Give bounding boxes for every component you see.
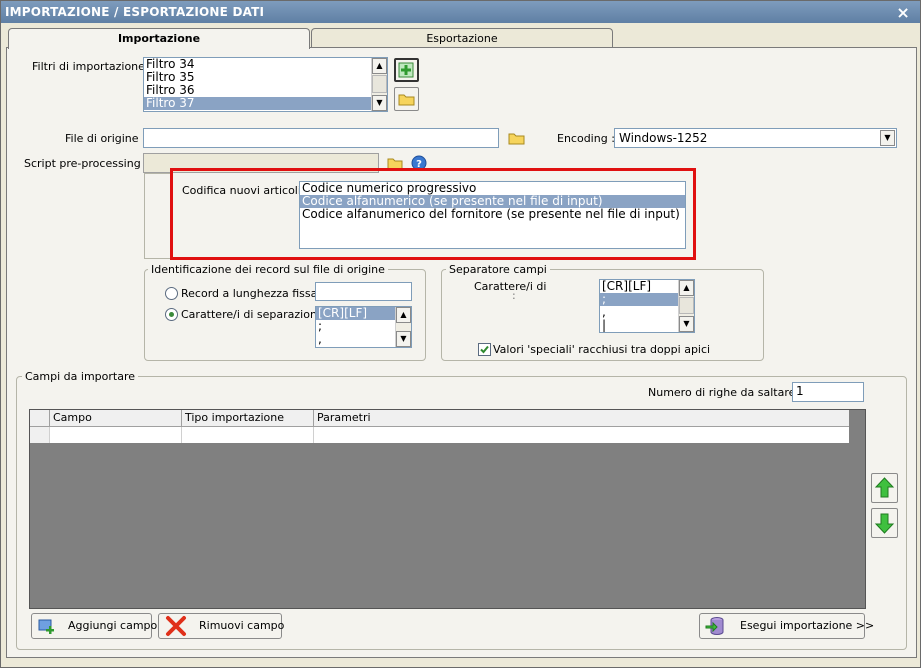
record-separator-scrollbar[interactable]: ▲ ▼	[395, 307, 411, 347]
add-field-label: Aggiungi campo	[68, 619, 158, 632]
radio-fixed-length[interactable]	[165, 287, 178, 300]
highlight-box	[170, 168, 696, 260]
add-field-icon	[38, 619, 54, 634]
import-export-window: IMPORTAZIONE / ESPORTAZIONE DATI × Impor…	[0, 0, 921, 668]
scroll-thumb[interactable]	[372, 75, 387, 93]
script-label: Script pre-processing :	[24, 157, 148, 170]
column-header-tipo[interactable]: Tipo importazione	[182, 410, 314, 426]
field-separator-char-label: Carattere/i di	[474, 280, 547, 293]
scroll-thumb[interactable]	[679, 297, 694, 314]
fields-grid[interactable]: Campo Tipo importazione Parametri	[29, 409, 866, 609]
title-bar: IMPORTAZIONE / ESPORTAZIONE DATI ×	[1, 1, 920, 23]
open-filter-button[interactable]	[394, 87, 419, 111]
scroll-down-icon[interactable]: ▼	[372, 95, 387, 111]
origin-file-input[interactable]	[143, 128, 499, 148]
check-icon	[480, 345, 489, 354]
table-cell[interactable]	[50, 427, 182, 443]
tab-importazione-label: Importazione	[117, 32, 201, 45]
table-cell[interactable]	[182, 427, 314, 443]
chevron-down-icon[interactable]: ▼	[880, 130, 895, 146]
table-cell[interactable]	[314, 427, 849, 443]
origin-file-label: File di origine :	[65, 132, 146, 145]
add-icon	[398, 62, 414, 78]
radio-separator-label: Carattere/i di separazione	[181, 308, 324, 321]
tab-esportazione[interactable]: Esportazione	[311, 28, 613, 48]
close-icon[interactable]: ×	[896, 2, 910, 24]
scroll-down-icon[interactable]: ▼	[679, 316, 694, 332]
scroll-up-icon[interactable]: ▲	[679, 280, 694, 296]
column-header-campo[interactable]: Campo	[50, 410, 182, 426]
filters-scrollbar[interactable]: ▲ ▼	[371, 58, 387, 111]
skip-rows-input[interactable]: 1	[792, 382, 864, 402]
remove-icon	[166, 616, 186, 636]
encoding-select[interactable]: Windows-1252 ▼	[614, 128, 897, 148]
encoding-value: Windows-1252	[619, 131, 708, 145]
folder-icon	[508, 133, 525, 145]
radio-fixed-length-label: Record a lunghezza fissa	[181, 287, 318, 300]
database-import-icon	[705, 617, 724, 635]
window-title: IMPORTAZIONE / ESPORTAZIONE DATI	[5, 5, 265, 19]
scroll-up-icon[interactable]: ▲	[396, 307, 411, 323]
grid-scroll-area	[849, 410, 865, 608]
fixed-length-input[interactable]	[315, 282, 412, 301]
move-down-button[interactable]	[871, 508, 898, 538]
record-separator-listbox[interactable]: [CR][LF] ; , ▲ ▼	[315, 306, 412, 348]
move-up-button[interactable]	[871, 473, 898, 503]
fields-group-title: Campi da importare	[22, 370, 138, 383]
run-import-button[interactable]: Esegui importazione >>	[699, 613, 874, 639]
tab-esportazione-label: Esportazione	[426, 32, 498, 45]
folder-icon	[398, 94, 415, 106]
field-separator-char-label-colon: :	[512, 289, 516, 302]
add-filter-button[interactable]	[394, 58, 419, 82]
row-header[interactable]	[30, 427, 50, 443]
table-row[interactable]	[30, 427, 849, 443]
quotes-checkbox[interactable]	[478, 343, 491, 356]
list-item-selected[interactable]: Filtro 37	[144, 97, 387, 110]
browse-file-button[interactable]	[504, 126, 529, 150]
tab-importazione[interactable]: Importazione	[8, 28, 310, 49]
record-identification-title: Identificazione dei record sul file di o…	[148, 263, 388, 276]
arrow-up-icon	[874, 477, 895, 498]
arrow-down-icon	[874, 513, 895, 534]
field-separator-listbox[interactable]: [CR][LF] ; , | ▲ ▼	[599, 279, 695, 333]
field-separator-title: Separatore campi	[446, 263, 550, 276]
scroll-down-icon[interactable]: ▼	[396, 331, 411, 347]
column-header-parametri[interactable]: Parametri	[314, 410, 849, 426]
quotes-label: Valori 'speciali' racchiusi tra doppi ap…	[493, 343, 711, 356]
encoding-label: Encoding :	[557, 132, 615, 145]
codifica-frame	[144, 173, 172, 259]
remove-field-label: Rimuovi campo	[199, 619, 285, 632]
add-field-button[interactable]: Aggiungi campo	[31, 613, 157, 639]
scroll-up-icon[interactable]: ▲	[372, 58, 387, 74]
filters-label: Filtri di importazione :	[32, 60, 153, 73]
radio-separator[interactable]	[165, 308, 178, 321]
field-separator-scrollbar[interactable]: ▲ ▼	[678, 280, 694, 332]
run-import-label: Esegui importazione >>	[740, 619, 875, 632]
grid-corner	[30, 410, 50, 426]
remove-field-button[interactable]: Rimuovi campo	[158, 613, 285, 639]
skip-rows-label: Numero di righe da saltare :	[648, 386, 803, 399]
grid-header: Campo Tipo importazione Parametri	[30, 410, 849, 427]
filters-listbox[interactable]: Filtro 34 Filtro 35 Filtro 36 Filtro 37 …	[143, 57, 388, 112]
